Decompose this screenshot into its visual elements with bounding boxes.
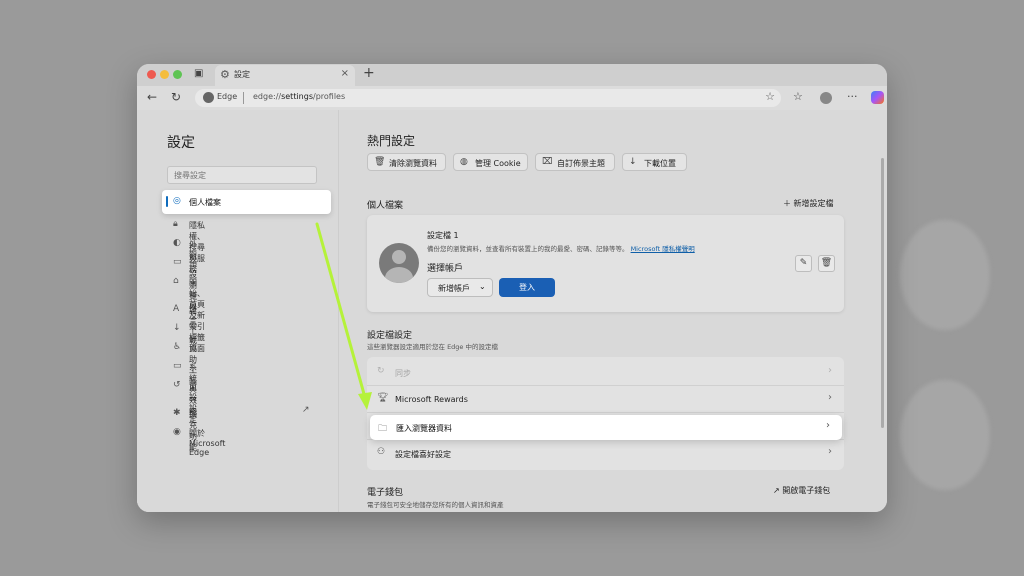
active-indicator bbox=[166, 196, 168, 207]
refresh-button[interactable]: ↻ bbox=[171, 90, 181, 104]
favorite-star-icon[interactable]: ☆ bbox=[765, 90, 775, 103]
clear-data-button[interactable]: 🗑︎ 清除瀏覽資料 bbox=[367, 153, 446, 171]
browser-window: ▣ ⚙ 設定 × + ← ↻ Edge edge://settings/prof… bbox=[137, 64, 887, 512]
new-tab-button[interactable]: + bbox=[363, 65, 375, 81]
edge-logo-icon bbox=[203, 92, 214, 103]
sidebar-item-profiles[interactable]: ◎ 個人檔案 bbox=[162, 190, 331, 214]
accessibility-icon: ♿︎ bbox=[173, 342, 182, 352]
reset-icon: ↺ bbox=[173, 380, 181, 390]
sync-icon: ↻ bbox=[377, 366, 385, 376]
language-icon: A bbox=[173, 304, 180, 314]
list-item-rewards[interactable]: 🏆︎ Microsoft Rewards › bbox=[367, 386, 844, 413]
trophy-icon: 🏆︎ bbox=[377, 393, 389, 403]
chevron-right-icon: › bbox=[828, 365, 832, 376]
add-account-dropdown[interactable]: 新增帳戶 ⌄ bbox=[427, 278, 493, 297]
favorites-icon[interactable]: ☆ bbox=[793, 90, 803, 103]
sidebar-title: 設定 bbox=[167, 135, 195, 151]
edge-icon: ◉ bbox=[173, 427, 181, 437]
profile-avatar[interactable] bbox=[820, 92, 832, 104]
open-wallet-link[interactable]: ↗ 開啟電子錢包 bbox=[773, 485, 830, 496]
choose-account-label: 選擇帳戶 bbox=[427, 264, 464, 274]
manage-cookies-button[interactable]: ◍ 管理 Cookie bbox=[453, 153, 528, 171]
toolbar: ← ↻ Edge edge://settings/profiles ☆ ☆ ··… bbox=[137, 86, 887, 110]
more-menu-icon[interactable]: ··· bbox=[847, 90, 858, 103]
external-link-icon[interactable]: ↗ bbox=[302, 405, 310, 415]
settings-main: 熱門設定 🗑︎ 清除瀏覽資料 ◍ 管理 Cookie ⌧ 自訂佈景主題 ↓ 下載位置 個… bbox=[340, 110, 887, 512]
profile-settings-subtitle: 這些瀏覽器設定適用於您在 Edge 中的設定檔 bbox=[367, 343, 498, 351]
download-icon: ↓ bbox=[629, 157, 637, 167]
folder-icon: 🗀 bbox=[378, 424, 388, 434]
address-url[interactable]: edge://settings/profiles bbox=[253, 92, 345, 101]
scrollbar[interactable] bbox=[881, 158, 884, 428]
profiles-heading: 個人檔案 bbox=[367, 201, 404, 211]
background-blob bbox=[900, 220, 990, 330]
profile-description: 備份您的瀏覽資料，並查看所有裝置上的我的最愛、密碼、記錄等等。 Microsof… bbox=[427, 245, 695, 253]
tab-title: 設定 bbox=[234, 70, 250, 79]
wallet-heading: 電子錢包 bbox=[367, 488, 404, 498]
add-profile-button[interactable]: ＋ 新增設定檔 bbox=[783, 198, 834, 209]
profile-settings-heading: 設定檔設定 bbox=[367, 331, 413, 341]
avatar bbox=[379, 243, 419, 283]
zoom-window-button[interactable] bbox=[173, 70, 182, 79]
profile-name: 設定檔 1 bbox=[427, 231, 459, 240]
trash-icon: 🗑︎ bbox=[374, 157, 386, 167]
lock-icon: 🔒︎ bbox=[173, 219, 178, 229]
person-gear-icon: ⚇ bbox=[377, 447, 386, 457]
minimize-window-button[interactable] bbox=[160, 70, 169, 79]
user-icon: ◎ bbox=[173, 196, 181, 206]
customize-theme-button[interactable]: ⌧ 自訂佈景主題 bbox=[535, 153, 615, 171]
copilot-icon[interactable] bbox=[871, 91, 884, 104]
palette-icon: ◐ bbox=[173, 238, 181, 248]
laptop-icon: ▭ bbox=[173, 361, 182, 371]
chevron-right-icon: › bbox=[826, 420, 830, 431]
search-input[interactable] bbox=[167, 166, 317, 184]
back-button[interactable]: ← bbox=[147, 90, 157, 104]
list-item-sync[interactable]: ↻ 同步 › bbox=[367, 359, 844, 386]
background-blob bbox=[900, 380, 990, 490]
page-content: 設定 🔒︎隱私權、搜尋與服務 ◐外觀 ▭預設瀏覽器 ⌂開始、首頁及新索引標籤頁面… bbox=[137, 110, 887, 512]
delete-profile-button[interactable]: 🗑︎ bbox=[818, 255, 835, 272]
list-item-import-browser-data[interactable]: 🗀 匯入瀏覽器資料 › bbox=[370, 415, 842, 440]
address-brand: Edge bbox=[217, 92, 238, 101]
close-tab-icon[interactable]: × bbox=[341, 68, 349, 79]
address-divider bbox=[243, 92, 244, 104]
tab-actions-icon[interactable]: ▣ bbox=[194, 68, 203, 79]
download-icon: ↓ bbox=[173, 323, 181, 333]
title-bar: ▣ ⚙ 設定 × + bbox=[137, 64, 887, 86]
list-item-preferences[interactable]: ⚇ 設定檔喜好設定 › bbox=[367, 440, 844, 467]
cookie-icon: ◍ bbox=[460, 157, 468, 167]
edit-profile-button[interactable]: ✎ bbox=[795, 255, 812, 272]
browser-icon: ▭ bbox=[173, 257, 182, 267]
profile-settings-list: ↻ 同步 › 🏆︎ Microsoft Rewards › ⚇ 設定檔喜好設定 › bbox=[367, 357, 844, 470]
chevron-right-icon: › bbox=[828, 392, 832, 403]
sign-in-button[interactable]: 登入 bbox=[499, 278, 555, 297]
address-bar[interactable]: Edge edge://settings/profiles ☆ bbox=[195, 89, 781, 107]
quick-settings-title: 熱門設定 bbox=[367, 134, 416, 148]
tab-settings[interactable]: ⚙ 設定 × bbox=[215, 65, 355, 86]
wallet-subtitle: 電子錢包可安全地儲存您所有的個人資訊和資產 bbox=[367, 501, 504, 509]
settings-sidebar: 設定 🔒︎隱私權、搜尋與服務 ◐外觀 ▭預設瀏覽器 ⌂開始、首頁及新索引標籤頁面… bbox=[137, 110, 339, 512]
chevron-right-icon: › bbox=[828, 446, 832, 457]
privacy-statement-link[interactable]: Microsoft 隱私權聲明 bbox=[631, 245, 695, 253]
chevron-down-icon: ⌄ bbox=[479, 282, 486, 291]
close-window-button[interactable] bbox=[147, 70, 156, 79]
home-icon: ⌂ bbox=[173, 276, 179, 286]
download-location-button[interactable]: ↓ 下載位置 bbox=[622, 153, 687, 171]
brush-icon: ⌧ bbox=[542, 157, 553, 167]
puzzle-icon: ✱ bbox=[173, 408, 181, 418]
profile-card: 設定檔 1 備份您的瀏覽資料，並查看所有裝置上的我的最愛、密碼、記錄等等。 Mi… bbox=[367, 215, 844, 312]
gear-icon: ⚙ bbox=[220, 68, 230, 81]
